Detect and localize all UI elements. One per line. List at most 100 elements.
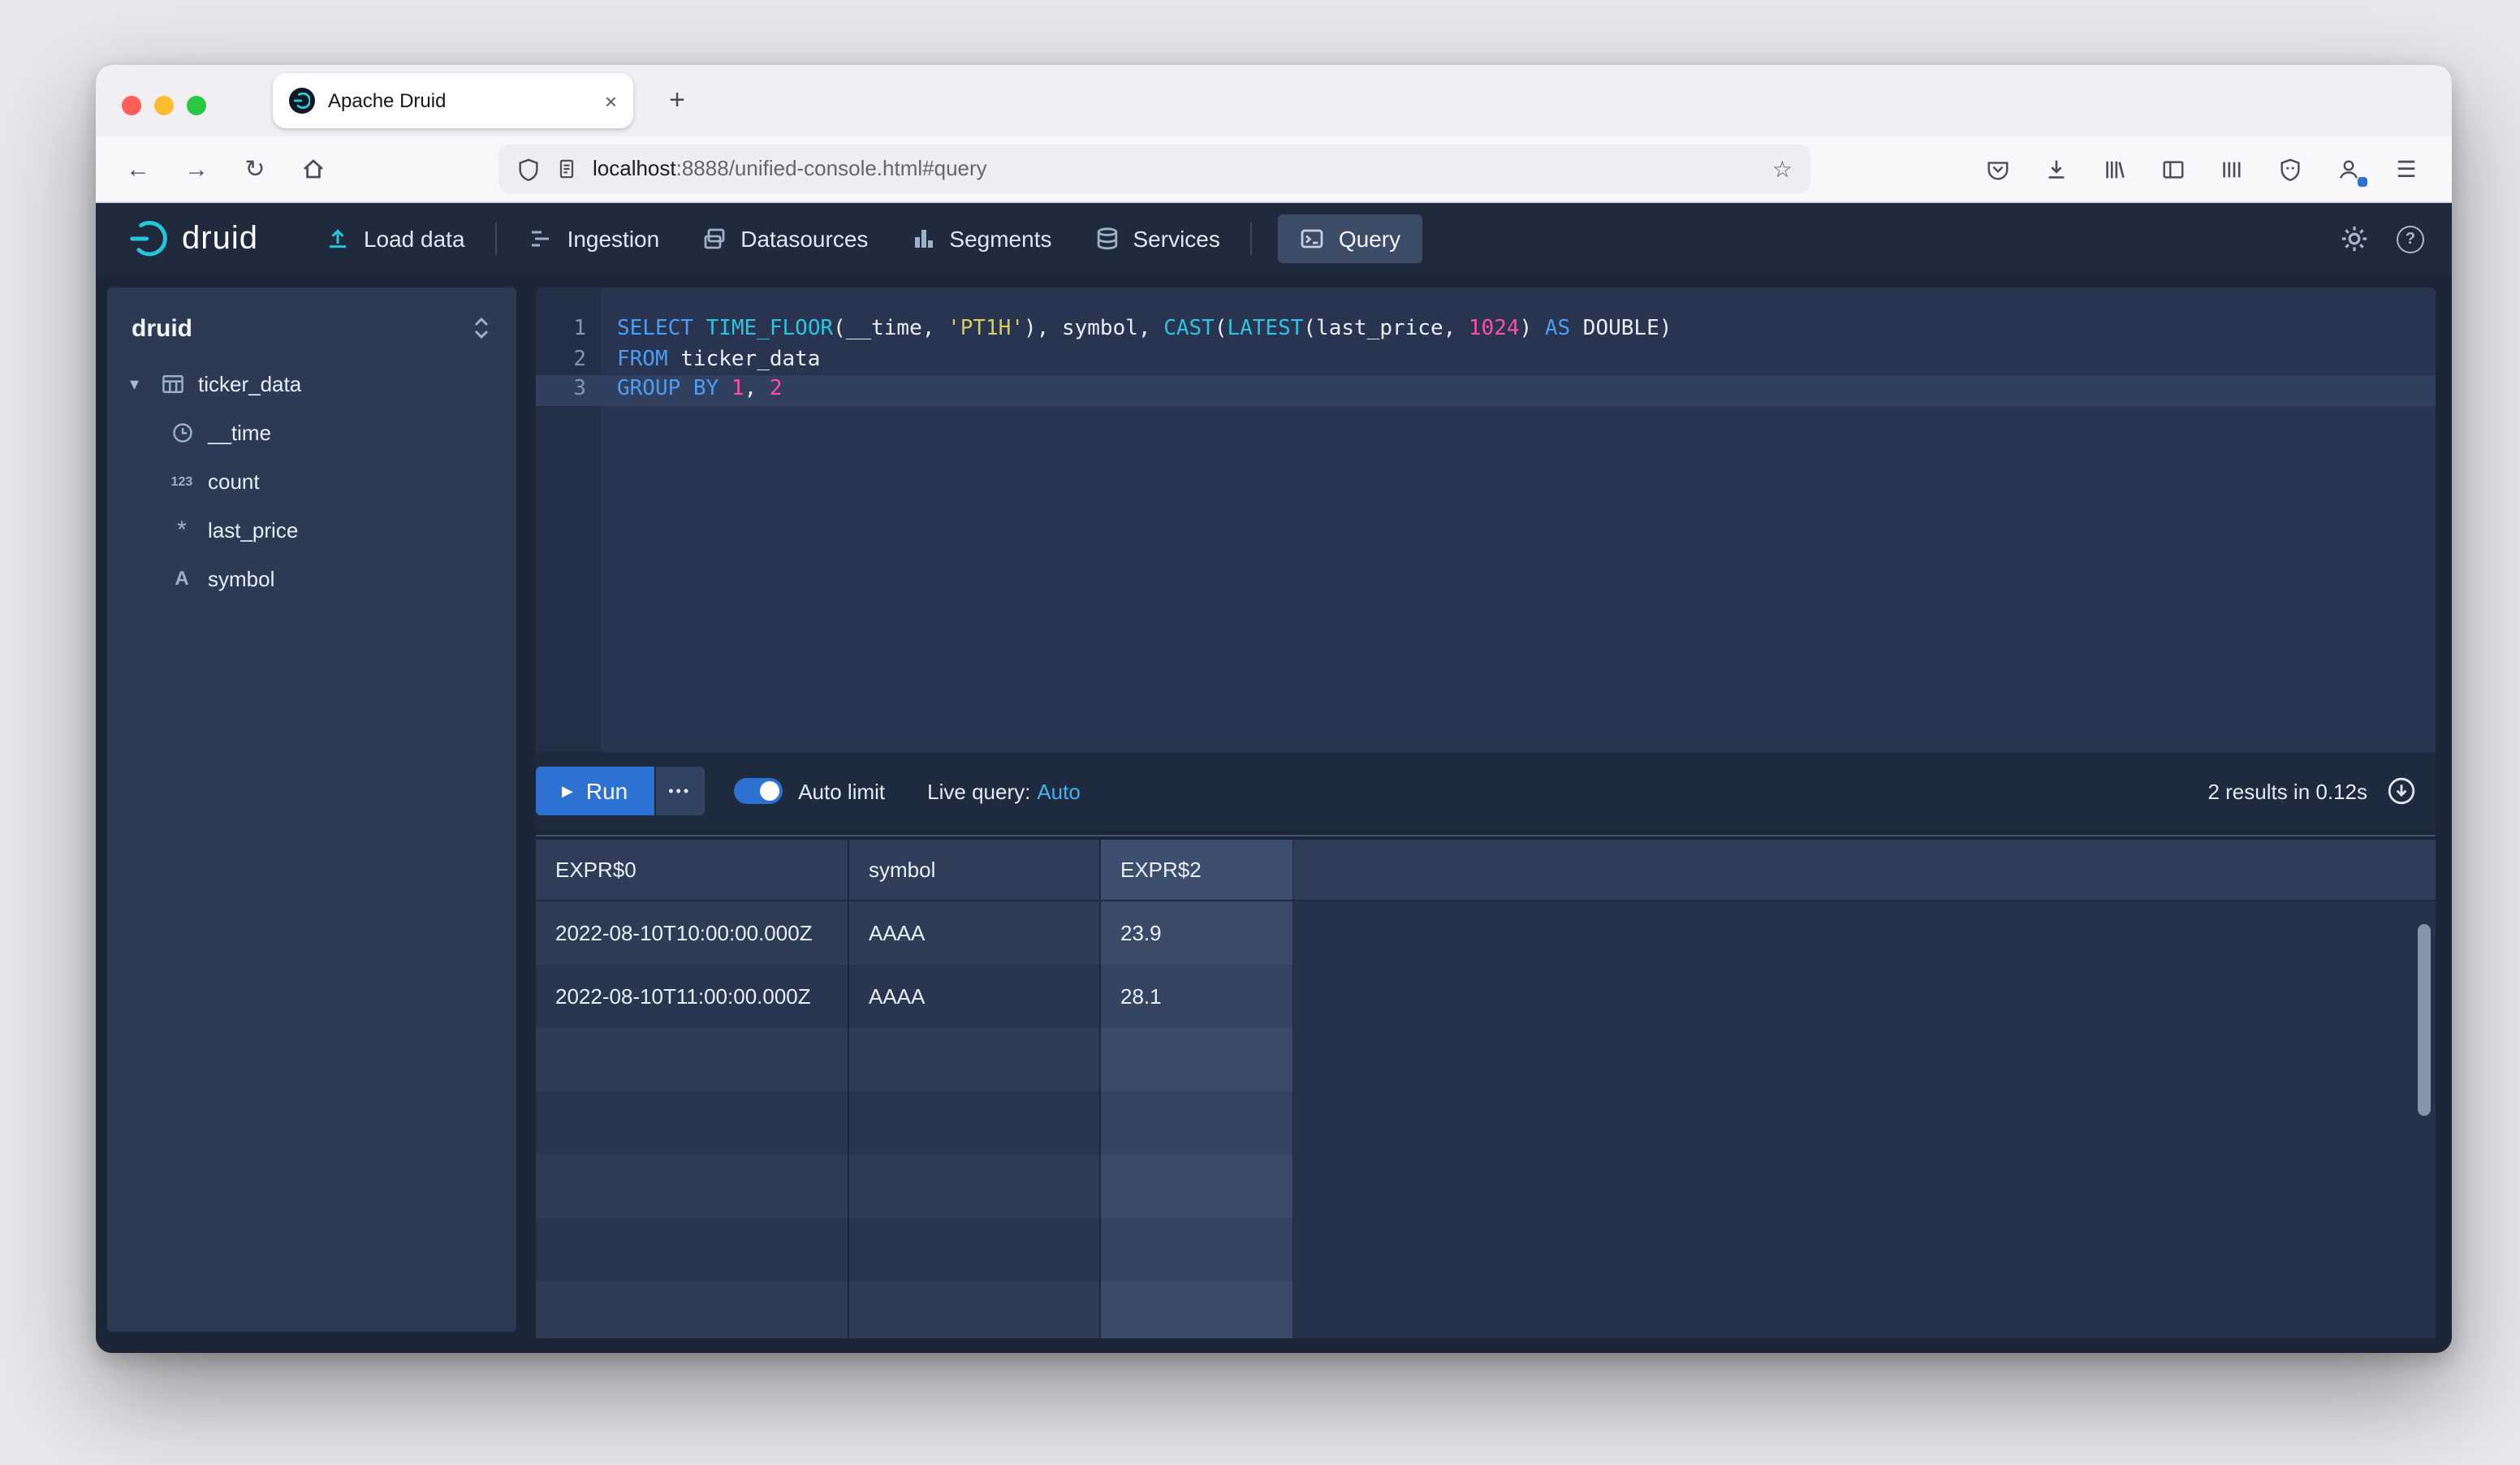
menu-icon[interactable]: ☰ [2382,145,2431,193]
download-results-icon[interactable] [2387,776,2416,806]
column-header[interactable]: EXPR$0 [536,840,849,900]
ingestion-icon [529,226,554,252]
run-button[interactable]: ▶ Run [536,767,654,815]
results-cell[interactable] [849,1028,1101,1091]
sql-editor[interactable]: 1SELECT TIME_FLOOR(__time, 'PT1H'), symb… [536,287,2436,752]
tree-item-count-column[interactable]: 123 count [107,456,516,505]
decimal-icon: * [169,516,195,543]
tree-item-time-column[interactable]: __time [107,408,516,456]
live-query-control[interactable]: Live query:Auto [927,779,1081,803]
sidebars-icon[interactable] [2148,145,2197,193]
help-icon[interactable]: ? [2397,225,2424,253]
results-scrollbar-thumb[interactable] [2418,924,2431,1116]
zoom-window-button[interactable] [187,96,206,115]
nav-label: Load data [364,226,465,252]
settings-gear-icon[interactable] [2340,224,2369,253]
results-cell[interactable]: 2022-08-10T11:00:00.000Z [536,965,849,1028]
results-row[interactable]: 2022-08-10T10:00:00.000ZAAAA23.9 [536,901,1294,965]
library-icon[interactable] [2090,145,2138,193]
druid-logo-text: druid [182,220,258,257]
profile-icon[interactable] [2324,145,2372,193]
results-empty-row[interactable] [536,1155,1294,1218]
tree-item-symbol-column[interactable]: A symbol [107,554,516,603]
results-cell[interactable]: AAAA [849,965,1101,1028]
results-cell[interactable] [1101,1028,1294,1091]
close-window-button[interactable] [122,96,141,115]
auto-limit-toggle[interactable] [733,778,782,804]
results-header-row: EXPR$0 symbol EXPR$2 [536,840,2436,901]
results-cell[interactable] [536,1028,849,1091]
results-cell[interactable] [849,1281,1101,1338]
results-cell[interactable] [536,1218,849,1281]
tree-label: ticker_data [198,371,301,395]
downloads-icon[interactable] [2031,145,2080,193]
run-more-button[interactable]: ••• [655,767,704,815]
results-cell[interactable] [849,1091,1101,1155]
nav-query-active[interactable]: Query [1279,214,1422,263]
results-empty-row[interactable] [536,1091,1294,1155]
nav-segments[interactable]: Segments [889,203,1072,274]
chevron-down-icon[interactable]: ▾ [130,373,146,394]
editor-line[interactable]: 3GROUP BY 1, 2 [536,375,2436,405]
nav-ingestion[interactable]: Ingestion [507,203,681,274]
tracking-shield-icon[interactable] [516,157,541,181]
pocket-icon[interactable] [1973,145,2022,193]
results-cell[interactable] [1101,1218,1294,1281]
results-cell[interactable] [1101,1091,1294,1155]
live-query-value[interactable]: Auto [1037,779,1081,803]
results-cell[interactable]: 28.1 [1101,965,1294,1028]
run-label: Run [586,778,628,804]
reload-button[interactable]: ↻ [231,145,279,193]
editor-line[interactable]: 1SELECT TIME_FLOOR(__time, 'PT1H'), symb… [536,315,2436,345]
nav-label: Services [1133,226,1220,252]
forward-button[interactable]: → [172,145,221,193]
highlights-icon[interactable] [2207,145,2255,193]
run-toolbar: ▶ Run ••• Auto limit Live query:Auto 2 r… [536,752,2436,830]
results-cell[interactable]: 2022-08-10T10:00:00.000Z [536,901,849,965]
results-empty-row[interactable] [536,1218,1294,1281]
url-bar[interactable]: localhost:8888/unified-console.html#quer… [498,145,1810,193]
results-cell[interactable]: AAAA [849,901,1101,965]
editor-line[interactable]: 2FROM ticker_data [536,345,2436,375]
nav-datasources[interactable]: Datasources [680,203,889,274]
extension-shield-icon[interactable] [2265,145,2314,193]
column-header[interactable]: symbol [849,840,1101,900]
close-tab-icon[interactable]: × [605,89,617,113]
results-cell[interactable] [536,1155,849,1218]
column-header[interactable]: EXPR$2 [1101,840,1294,900]
tree-item-datasource[interactable]: ▾ ticker_data [107,359,516,408]
results-empty-row[interactable] [536,1281,1294,1338]
nav-services[interactable]: Services [1073,203,1241,274]
browser-nav-buttons: ← → ↻ [109,145,343,193]
double-caret-sort-icon[interactable] [471,315,492,341]
bookmark-star-icon[interactable]: ☆ [1772,155,1793,183]
home-button[interactable] [289,145,338,193]
results-empty-row[interactable] [536,1028,1294,1091]
sql-token: ), symbol, [1024,317,1163,341]
minimize-window-button[interactable] [154,96,174,115]
run-toolbar-right: 2 results in 0.12s [2207,776,2423,806]
results-cell[interactable] [536,1281,849,1338]
back-button[interactable]: ← [114,145,162,193]
nav-load-data[interactable]: Load data [304,203,486,274]
results-cell[interactable] [849,1155,1101,1218]
desktop: Apache Druid × + ← → ↻ [0,0,2520,1465]
results-cell[interactable] [1101,1155,1294,1218]
toolbar-icon-cluster: ☰ [1973,145,2431,193]
line-number: 3 [536,375,601,405]
druid-logo[interactable]: druid [128,220,258,257]
results-cell[interactable] [849,1218,1101,1281]
sql-token [718,377,731,401]
results-row[interactable]: 2022-08-10T11:00:00.000ZAAAA28.1 [536,965,1294,1028]
tab-title: Apache Druid [328,89,592,112]
run-button-group: ▶ Run ••• [536,767,704,815]
page-info-icon[interactable] [555,158,578,180]
tree-item-last-price-column[interactable]: * last_price [107,505,516,554]
sql-token: 2 [770,377,783,401]
results-cell[interactable] [1101,1281,1294,1338]
results-cell[interactable]: 23.9 [1101,901,1294,965]
results-cell[interactable] [536,1091,849,1155]
sql-token: (last_price, [1303,317,1469,341]
browser-tab[interactable]: Apache Druid × [273,73,633,128]
new-tab-button[interactable]: + [654,78,700,123]
